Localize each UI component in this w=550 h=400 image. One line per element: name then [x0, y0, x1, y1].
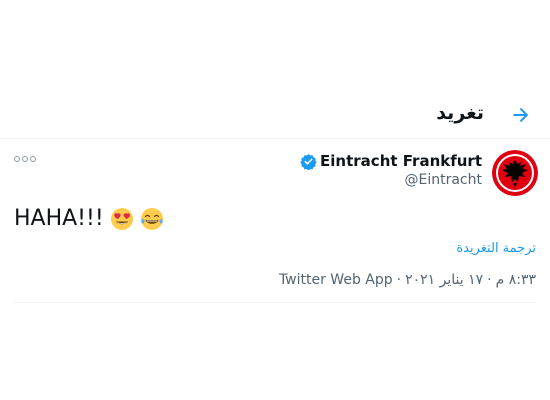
more-options-button[interactable]	[12, 152, 38, 166]
translate-tweet-link[interactable]: ترجمة التغريدة	[456, 241, 536, 256]
tweet-text-content: HAHA!!!	[14, 206, 104, 231]
eintracht-eagle-logo	[492, 150, 538, 196]
author-name-row: Eintracht Frankfurt	[300, 152, 482, 170]
back-button[interactable]	[506, 100, 536, 130]
tweet-source[interactable]: Twitter Web App	[279, 272, 393, 288]
page-header: تغريد	[0, 92, 550, 139]
tweet-time[interactable]: ٨:٣٣ م	[496, 272, 536, 288]
more-dot	[14, 156, 20, 162]
more-dot	[30, 156, 36, 162]
meta-separator: ·	[396, 272, 402, 288]
author-handle[interactable]: @Eintracht	[300, 172, 483, 188]
heart-eyes-emoji	[110, 207, 133, 230]
page-title: تغريد	[436, 102, 484, 124]
verified-badge-icon	[300, 153, 317, 170]
tweet-text: HAHA!!!	[14, 206, 164, 231]
tweet-date[interactable]: ١٧ يناير ٢٠٢١	[405, 272, 483, 288]
meta-separator: ·	[487, 272, 492, 288]
arrow-right-icon	[513, 108, 528, 122]
avatar[interactable]	[492, 150, 538, 196]
divider	[14, 302, 536, 303]
tweet-meta: ٨:٣٣ م · ١٧ يناير ٢٠٢١ · Twitter Web App	[279, 272, 536, 288]
author-display-name[interactable]: Eintracht Frankfurt	[320, 152, 482, 170]
more-dot	[22, 156, 28, 162]
tweet-author: Eintracht Frankfurt @Eintracht	[300, 152, 482, 188]
tears-of-joy-emoji	[140, 207, 163, 230]
